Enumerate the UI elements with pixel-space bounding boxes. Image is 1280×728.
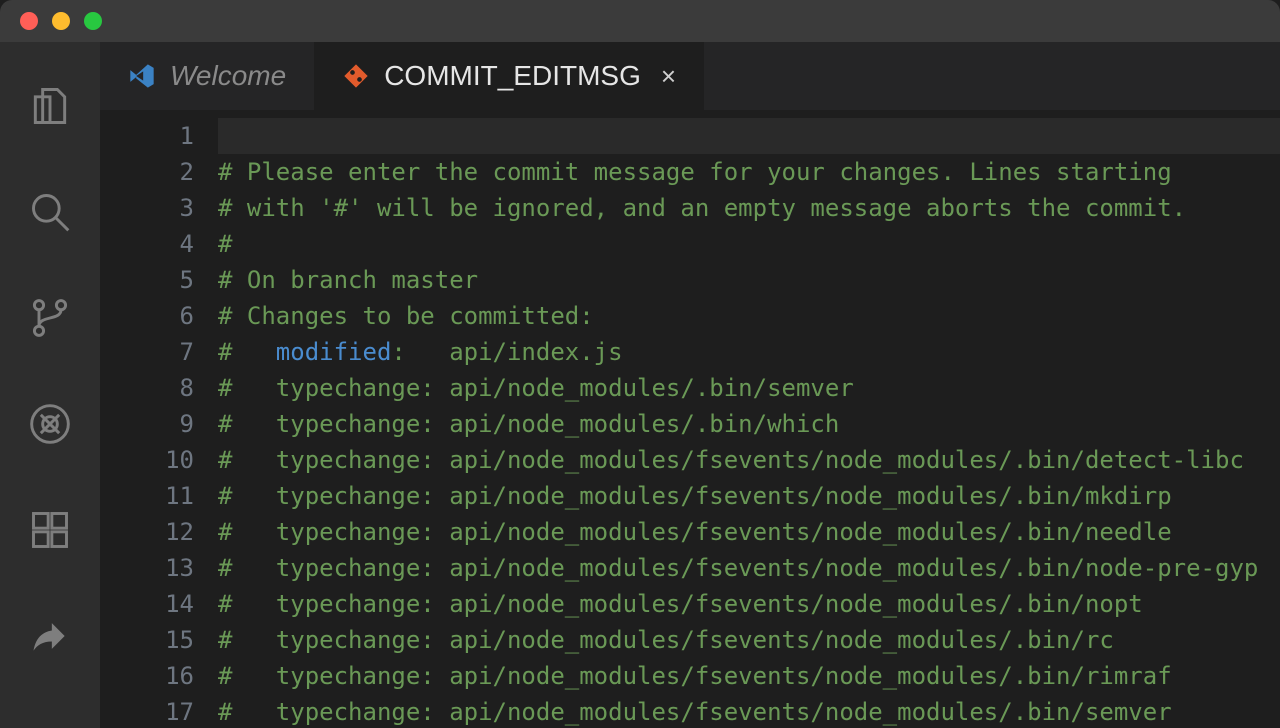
line-number: 1 bbox=[100, 118, 218, 154]
line-number: 2 bbox=[100, 154, 218, 190]
code-line[interactable]: # typechange: api/node_modules/.bin/whic… bbox=[218, 406, 1280, 442]
source-control-icon[interactable] bbox=[28, 296, 72, 344]
code-line[interactable]: # typechange: api/node_modules/fsevents/… bbox=[218, 622, 1280, 658]
line-number: 17 bbox=[100, 694, 218, 728]
code-line[interactable]: # with '#' will be ignored, and an empty… bbox=[218, 190, 1280, 226]
code-line[interactable]: # typechange: api/node_modules/fsevents/… bbox=[218, 694, 1280, 728]
editor-tabs: Welcome COMMIT_EDITMSG × bbox=[100, 42, 1280, 110]
code-line[interactable]: # Please enter the commit message for yo… bbox=[218, 154, 1280, 190]
line-number-gutter: 1234567891011121314151617 bbox=[100, 110, 218, 728]
editor-zone: Welcome COMMIT_EDITMSG × 123456789101112… bbox=[100, 42, 1280, 728]
main-area: Welcome COMMIT_EDITMSG × 123456789101112… bbox=[0, 42, 1280, 728]
line-number: 12 bbox=[100, 514, 218, 550]
extensions-icon[interactable] bbox=[28, 508, 72, 556]
traffic-lights bbox=[0, 12, 102, 30]
code-line[interactable]: # typechange: api/node_modules/fsevents/… bbox=[218, 658, 1280, 694]
search-icon[interactable] bbox=[28, 190, 72, 238]
code-line[interactable]: # modified: api/index.js bbox=[218, 334, 1280, 370]
window-titlebar bbox=[0, 0, 1280, 42]
window-minimize-button[interactable] bbox=[52, 12, 70, 30]
share-icon[interactable] bbox=[28, 614, 72, 662]
code-line[interactable] bbox=[218, 118, 1280, 154]
code-content[interactable]: # Please enter the commit message for yo… bbox=[218, 110, 1280, 728]
code-line[interactable]: # typechange: api/node_modules/fsevents/… bbox=[218, 586, 1280, 622]
code-editor[interactable]: 1234567891011121314151617 # Please enter… bbox=[100, 110, 1280, 728]
line-number: 14 bbox=[100, 586, 218, 622]
line-number: 7 bbox=[100, 334, 218, 370]
activity-bar bbox=[0, 42, 100, 728]
line-number: 13 bbox=[100, 550, 218, 586]
git-commit-icon bbox=[342, 62, 370, 90]
tab-commit-editmsg[interactable]: COMMIT_EDITMSG × bbox=[314, 42, 704, 110]
line-number: 6 bbox=[100, 298, 218, 334]
code-line[interactable]: # typechange: api/node_modules/fsevents/… bbox=[218, 478, 1280, 514]
line-number: 5 bbox=[100, 262, 218, 298]
tab-label: COMMIT_EDITMSG bbox=[384, 60, 641, 92]
window-zoom-button[interactable] bbox=[84, 12, 102, 30]
code-line[interactable]: # On branch master bbox=[218, 262, 1280, 298]
line-number: 4 bbox=[100, 226, 218, 262]
line-number: 3 bbox=[100, 190, 218, 226]
line-number: 9 bbox=[100, 406, 218, 442]
code-line[interactable]: # typechange: api/node_modules/.bin/semv… bbox=[218, 370, 1280, 406]
line-number: 15 bbox=[100, 622, 218, 658]
line-number: 10 bbox=[100, 442, 218, 478]
code-line[interactable]: # typechange: api/node_modules/fsevents/… bbox=[218, 442, 1280, 478]
vscode-icon bbox=[128, 62, 156, 90]
code-line[interactable]: # Changes to be committed: bbox=[218, 298, 1280, 334]
debug-icon[interactable] bbox=[28, 402, 72, 450]
tab-welcome[interactable]: Welcome bbox=[100, 42, 314, 110]
explorer-icon[interactable] bbox=[28, 84, 72, 132]
window-close-button[interactable] bbox=[20, 12, 38, 30]
code-line[interactable]: # bbox=[218, 226, 1280, 262]
tab-label: Welcome bbox=[170, 60, 286, 92]
close-tab-button[interactable]: × bbox=[661, 61, 676, 92]
line-number: 8 bbox=[100, 370, 218, 406]
code-line[interactable]: # typechange: api/node_modules/fsevents/… bbox=[218, 514, 1280, 550]
line-number: 11 bbox=[100, 478, 218, 514]
code-line[interactable]: # typechange: api/node_modules/fsevents/… bbox=[218, 550, 1280, 586]
line-number: 16 bbox=[100, 658, 218, 694]
